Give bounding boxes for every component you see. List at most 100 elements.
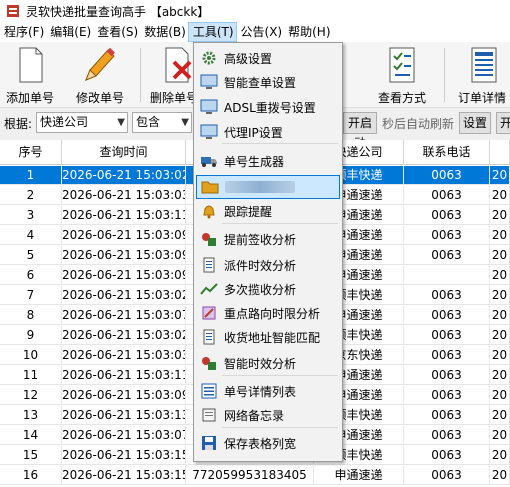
window-title: 灵软快递批量查询高手 【abckk】 [26, 4, 210, 19]
cell-extra: 20 [490, 406, 510, 425]
menu-item-delivery-time-analysis[interactable]: 派件时效分析 [196, 253, 340, 277]
start-button[interactable]: 开启动 [343, 112, 377, 150]
menu-item-early-sign-analysis[interactable]: 提前签收分析 [196, 227, 340, 251]
edit-number-button[interactable]: 修改单号 [72, 46, 128, 106]
monitor-icon [198, 72, 220, 92]
cell-phone: 0063 [404, 466, 490, 485]
cell-extra: 20 [490, 446, 510, 465]
toolbar-separator [140, 48, 141, 102]
menu-separator [222, 143, 338, 144]
menu-item-tracking-detail-list[interactable]: 单号详情列表 [196, 379, 340, 403]
cell-extra: 20 [490, 426, 510, 445]
document-icon [198, 327, 220, 347]
menu-item-label: 多次揽收分析 [224, 282, 297, 297]
cell-query-time: 2026-06-21 15:03:15 [62, 466, 186, 485]
menu-program[interactable]: 程序(F) [0, 22, 46, 42]
cell-query-time: 2026-06-21 15:03:09 [62, 246, 186, 265]
add-number-label: 添加单号 [5, 91, 54, 105]
menu-help[interactable]: 帮助(H) [284, 22, 332, 42]
menu-tools[interactable]: 工具(T) [187, 22, 237, 42]
shapes-icon [198, 353, 220, 373]
settings-button[interactable]: 设置 [459, 112, 491, 134]
menu-item-adsl-redial-settings[interactable]: ADSL重拨号设置 [196, 95, 340, 119]
cell-index: 11 [0, 366, 62, 385]
menu-item-smart-time-analysis[interactable]: 智能时效分析 [196, 351, 340, 375]
chevron-down-icon: ▼ [117, 117, 125, 128]
shapes-icon [198, 229, 220, 249]
filter-op-value: 包含 [136, 115, 161, 129]
save-icon [198, 433, 220, 453]
menu-view[interactable]: 查看(S) [93, 22, 140, 42]
menu-item-highlighted-item[interactable] [196, 175, 340, 199]
cell-query-time: 2026-06-21 15:03:07 [62, 306, 186, 325]
edit-number-label: 修改单号 [75, 91, 124, 105]
cell-index: 6 [0, 266, 62, 285]
view-mode-button[interactable]: 查看方式 [376, 46, 428, 106]
cell-index: 10 [0, 346, 62, 365]
menu-item-key-route-analysis[interactable]: 重点路向时限分析 [196, 301, 340, 325]
menu-item-tracking-reminder[interactable]: 跟踪提醒 [196, 199, 340, 223]
filter-field-select[interactable]: 快递公司 ▼ [36, 112, 128, 133]
column-header-index[interactable]: 序号 [0, 140, 62, 165]
cell-phone: 0063 [404, 186, 490, 205]
menu-item-network-memo[interactable]: 网络备忘录 [196, 403, 340, 427]
cell-phone [404, 266, 490, 285]
cell-phone: 0063 [404, 346, 490, 365]
bell-icon [198, 201, 220, 221]
pen-icon [198, 303, 220, 323]
cell-index: 15 [0, 446, 62, 465]
order-detail-button[interactable]: 订单详情 [458, 46, 510, 106]
menu-item-label: 收货地址智能匹配 [224, 330, 321, 345]
cell-phone: 0063 [404, 366, 490, 385]
checklist-icon [389, 47, 415, 83]
cell-query-time: 2026-06-21 15:03:02 [62, 286, 186, 305]
add-document-icon [19, 47, 43, 83]
chart-icon [198, 279, 220, 299]
table-row[interactable]: 16 2026-06-21 15:03:15 772059953183405 申通速递… [0, 466, 510, 485]
cell-extra: 20 [490, 246, 510, 265]
cell-query-time: 2026-06-21 15:03:11 [62, 366, 186, 385]
monitor-icon [198, 97, 220, 117]
cell-phone: 0063 [404, 386, 490, 405]
cell-index: 8 [0, 306, 62, 325]
menu-notice[interactable]: 公告(X) [237, 22, 285, 42]
filter-label: 根据: [4, 117, 33, 131]
cell-index: 14 [0, 426, 62, 445]
column-header-phone[interactable]: 联系电话 [404, 140, 490, 165]
cell-extra: 20 [490, 466, 510, 485]
cell-index: 4 [0, 226, 62, 245]
menu-edit[interactable]: 编辑(E) [46, 22, 93, 42]
menu-item-smart-query-settings[interactable]: 智能查单设置 [196, 70, 340, 94]
cell-extra: 20 [490, 266, 510, 285]
menu-item-tracking-number-generator[interactable]: 单号生成器 [196, 149, 340, 173]
table-document-icon [471, 47, 497, 83]
menu-data[interactable]: 数据(B) [140, 22, 188, 42]
column-header-extra[interactable] [490, 140, 510, 165]
column-header-query-time[interactable]: 查询时间 [62, 140, 186, 165]
cell-index: 2 [0, 186, 62, 205]
menu-item-label: 智能查单设置 [224, 75, 297, 90]
menu-item-advanced-settings[interactable]: 高级设置 [196, 46, 340, 70]
menu-item-label: 保存表格列宽 [224, 436, 297, 451]
cell-query-time: 2026-06-21 15:03:11 [62, 206, 186, 225]
cell-extra: 20 [490, 286, 510, 305]
redacted-text [225, 181, 295, 193]
menu-item-address-matching[interactable]: 收货地址智能匹配 [196, 325, 340, 349]
menu-item-multi-pickup-analysis[interactable]: 多次揽收分析 [196, 277, 340, 301]
cell-extra: 20 [490, 326, 510, 345]
extra-button[interactable]: 开 [496, 112, 510, 134]
menu-item-label: 代理IP设置 [224, 125, 283, 140]
cell-query-time: 2026-06-21 15:03:03 [62, 346, 186, 365]
menu-item-save-column-width[interactable]: 保存表格列宽 [196, 431, 340, 455]
cell-query-time: 2026-06-21 15:03:07 [62, 426, 186, 445]
cell-phone: 0063 [404, 166, 490, 185]
cell-phone: 0063 [404, 426, 490, 445]
filter-op-select[interactable]: 包含 ▼ [132, 112, 192, 133]
toolbar-separator [444, 48, 445, 102]
menu-separator [222, 223, 338, 224]
menu-item-proxy-ip-settings[interactable]: 代理IP设置 [196, 120, 340, 144]
settings-button-label: 设置 [462, 116, 487, 130]
filter-field-value: 快递公司 [40, 115, 89, 129]
add-number-button[interactable]: 添加单号 [4, 46, 56, 106]
cell-index: 1 [0, 166, 62, 185]
